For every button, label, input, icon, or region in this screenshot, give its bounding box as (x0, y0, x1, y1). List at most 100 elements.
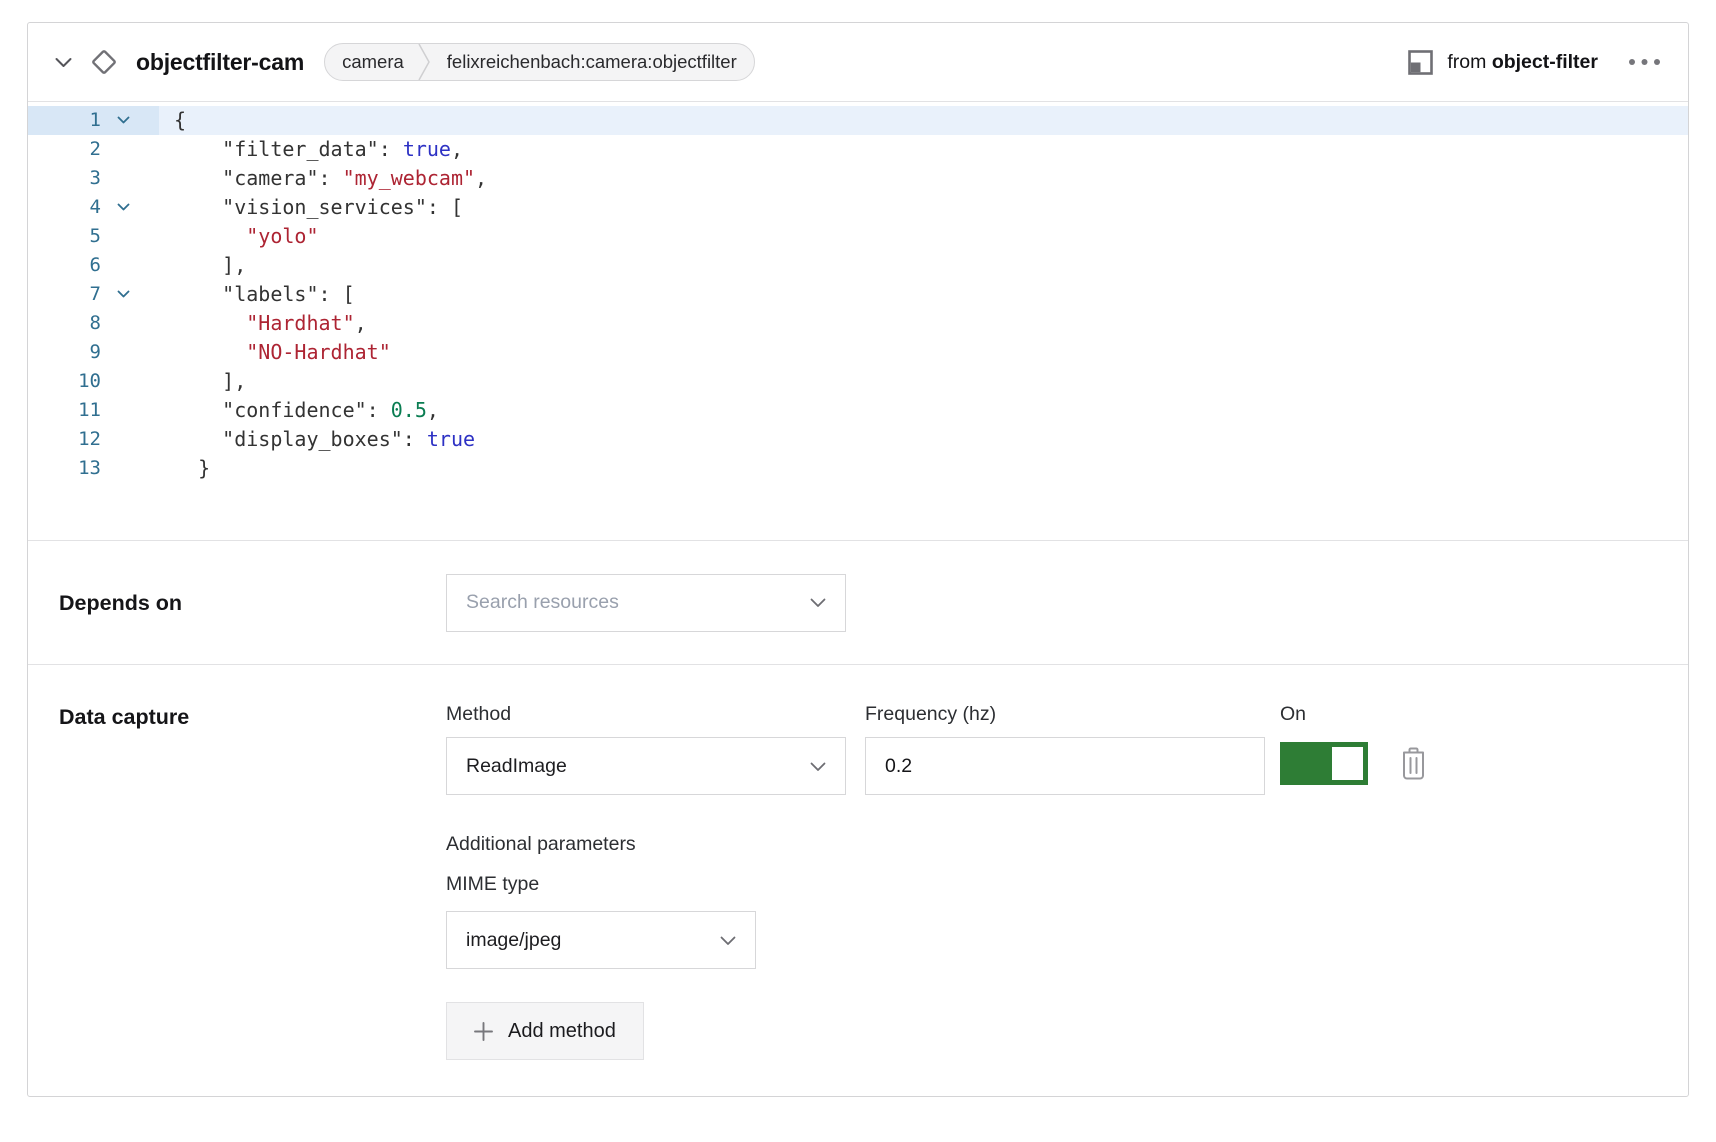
code-lines: 1{2 "filter_data": true,3 "camera": "my_… (28, 106, 1688, 483)
code-line-text: "display_boxes": true (159, 425, 475, 454)
resource-title: objectfilter-cam (136, 49, 304, 76)
code-token: : (319, 166, 343, 190)
code-gutter: 5 (28, 222, 159, 251)
frequency-group: Frequency (hz) (865, 703, 1265, 795)
resource-card: objectfilter-cam camera felixreichenbach… (27, 22, 1689, 1097)
code-line[interactable]: 10 ], (28, 367, 1688, 396)
add-method-button[interactable]: Add method (446, 1002, 644, 1060)
fold-chevron-icon[interactable] (101, 290, 145, 299)
fold-chevron-icon[interactable] (101, 203, 145, 212)
code-token (174, 427, 222, 451)
code-token: "my_webcam" (343, 166, 475, 190)
code-token: , (451, 137, 463, 161)
code-line[interactable]: 1{ (28, 106, 1688, 135)
toggle-label: On (1280, 703, 1368, 728)
code-token: "filter_data" (222, 137, 379, 161)
code-token: : (367, 398, 391, 422)
code-token: true (427, 427, 475, 451)
code-line-text: "camera": "my_webcam", (159, 164, 487, 193)
code-line[interactable]: 3 "camera": "my_webcam", (28, 164, 1688, 193)
line-number: 13 (28, 454, 101, 483)
diamond-icon (88, 46, 120, 78)
frequency-label: Frequency (hz) (865, 703, 1265, 728)
code-token: "display_boxes" (222, 427, 403, 451)
code-line-text: "filter_data": true, (159, 135, 463, 164)
code-token: "confidence" (222, 398, 367, 422)
chevron-down-icon (810, 591, 826, 614)
code-token: : (403, 427, 427, 451)
data-capture-section: Data capture Method ReadImage Frequency … (28, 664, 1688, 1093)
code-line-text: "Hardhat", (159, 309, 367, 338)
mime-type-select[interactable]: image/jpeg (446, 911, 756, 969)
code-gutter: 2 (28, 135, 159, 164)
trash-icon (1400, 747, 1427, 783)
code-line[interactable]: 2 "filter_data": true, (28, 135, 1688, 164)
code-gutter: 10 (28, 367, 159, 396)
code-line[interactable]: 6 ], (28, 251, 1688, 280)
code-gutter: 11 (28, 396, 159, 425)
delete-method-button[interactable] (1400, 747, 1427, 783)
badge-divider-icon (418, 44, 430, 80)
method-value: ReadImage (466, 755, 567, 778)
capture-method-row: Method ReadImage Frequency (hz) On (446, 703, 1661, 795)
code-line[interactable]: 11 "confidence": 0.5, (28, 396, 1688, 425)
code-token: 0.5 (391, 398, 427, 422)
json-config-editor[interactable]: 1{2 "filter_data": true,3 "camera": "my_… (28, 101, 1688, 540)
code-line[interactable]: 13 } (28, 454, 1688, 483)
header-left: objectfilter-cam camera felixreichenbach… (55, 43, 1407, 81)
code-gutter: 9 (28, 338, 159, 367)
code-line[interactable]: 9 "NO-Hardhat" (28, 338, 1688, 367)
ellipsis-menu-icon[interactable] (1628, 58, 1661, 66)
module-name: object-filter (1492, 51, 1598, 73)
code-line[interactable]: 7 "labels": [ (28, 280, 1688, 309)
method-select[interactable]: ReadImage (446, 737, 846, 795)
toggle-group: On (1280, 703, 1368, 785)
code-token: ], (174, 253, 246, 277)
badge-model: felixreichenbach:camera:objectfilter (430, 44, 754, 80)
code-gutter: 3 (28, 164, 159, 193)
code-line[interactable]: 4 "vision_services": [ (28, 193, 1688, 222)
code-gutter: 6 (28, 251, 159, 280)
code-line[interactable]: 5 "yolo" (28, 222, 1688, 251)
line-number: 4 (28, 193, 101, 222)
line-number: 9 (28, 338, 101, 367)
code-line-text: } (159, 454, 210, 483)
code-token: true (403, 137, 451, 161)
line-number: 1 (28, 106, 101, 135)
badge-type: camera (325, 44, 418, 80)
code-line-text: { (159, 106, 186, 135)
code-token (174, 311, 246, 335)
code-gutter: 1 (28, 106, 159, 135)
line-number: 8 (28, 309, 101, 338)
resource-type-badge: camera felixreichenbach:camera:objectfil… (324, 43, 755, 81)
frequency-input[interactable] (865, 737, 1265, 795)
capture-on-toggle[interactable] (1280, 742, 1368, 785)
from-module-text: from object-filter (1447, 51, 1598, 74)
line-number: 11 (28, 396, 101, 425)
code-line-text: "yolo" (159, 222, 319, 251)
code-token (174, 282, 222, 306)
mime-type-value: image/jpeg (466, 929, 561, 952)
depends-on-select[interactable]: Search resources (446, 574, 846, 632)
line-number: 2 (28, 135, 101, 164)
collapse-chevron-icon[interactable] (55, 57, 72, 68)
chevron-down-icon (720, 929, 736, 952)
code-gutter: 7 (28, 280, 159, 309)
data-capture-label: Data capture (59, 703, 446, 730)
resource-card-header: objectfilter-cam camera felixreichenbach… (28, 23, 1688, 101)
code-line-text: ], (159, 251, 246, 280)
code-line[interactable]: 8 "Hardhat", (28, 309, 1688, 338)
code-line-text: "vision_services": [ (159, 193, 463, 222)
code-line[interactable]: 12 "display_boxes": true (28, 425, 1688, 454)
code-gutter: 4 (28, 193, 159, 222)
code-gutter: 12 (28, 425, 159, 454)
additional-parameters-label: Additional parameters (446, 833, 1661, 856)
depends-on-placeholder: Search resources (466, 591, 619, 614)
line-number: 10 (28, 367, 101, 396)
method-label: Method (446, 703, 846, 728)
code-gutter: 8 (28, 309, 159, 338)
method-group: Method ReadImage (446, 703, 846, 795)
code-token: , (427, 398, 439, 422)
fold-chevron-icon[interactable] (101, 116, 145, 125)
mime-type-label: MIME type (446, 873, 1661, 896)
